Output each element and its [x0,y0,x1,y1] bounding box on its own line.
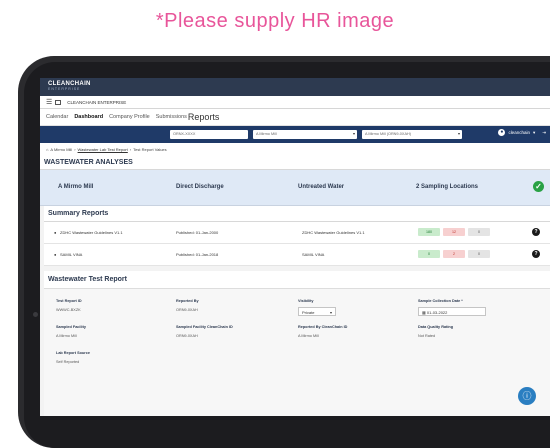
chevron-down-icon: ▾ [532,129,536,135]
report-guideline: ZDHC Wastewater Guidelines V1.1 [302,230,365,235]
user-name: cleanchain [508,130,530,135]
summary-reports: Summary Reports ● ZDHC Wastewater Guidel… [44,206,550,266]
reported-cc-text: A Mirmo Mill [298,334,319,338]
logo-subtext: ENTERPRISE [48,87,81,91]
fail-count: 12 [443,228,465,236]
test-report-panel: Wastewater Test Report Test Report ID WW… [44,271,550,416]
placeholder-note: *Please supply HR image [155,10,395,32]
chevron-down-icon: ▾ [352,131,355,136]
page-title: WASTEWATER ANALYSES [40,156,550,170]
date-label: Sample Collection Date * [418,299,463,303]
visibility-label: Visibility [298,299,314,303]
breadcrumb-current: Test Report Values [133,147,167,152]
facility-select[interactable]: A Mirmo Mill ▾ [253,130,357,139]
test-report-title: Wastewater Test Report [44,271,550,289]
quality-text: Not Rated [418,334,436,338]
source-label: Lab Report Source [56,351,90,355]
summary-facility: A Mirmo Mill [58,184,94,190]
tab-reports[interactable]: Reports [188,112,220,122]
other-count: 0 [468,228,490,236]
report-row[interactable]: ● SAMIL VINA Published: 01-Jan-2018 SAMI… [44,244,550,266]
fail-count: 2 [443,250,465,258]
tab-dashboard[interactable]: Dashboard [74,114,103,120]
app-title: CLEANCHAIN ENTERPRISE [67,99,127,105]
filter-bar: ORNX-XXXX A Mirmo Mill ▾ A Mirmo Mill (O… [40,126,550,143]
report-published: Published: 01-Jan-2000 [176,230,219,235]
visibility-value: Private [302,310,315,315]
top-bar: CLEANCHAIN ENTERPRISE [40,78,550,96]
tab-calendar[interactable]: Calendar [46,114,68,120]
summary-water: Untreated Water [298,184,345,190]
breadcrumb: ⌂ A Mirmo Mill › Wastewater Lab Test Rep… [40,143,550,156]
breadcrumb-home[interactable]: A Mirmo Mill [50,147,72,152]
facility-id-value: A Mirmo Mill (ORN9-0XAH) [365,132,411,136]
info-icon: ⓘ [522,391,532,401]
pass-count: 180 [418,228,440,236]
facility-label: Sampled Facility [56,325,86,329]
report-id-label: Test Report ID [56,299,82,303]
report-row[interactable]: ● ZDHC Wastewater Guidelines V1.1 Publis… [44,222,550,244]
facility-id-label: Sampled Facility CleanChain ID [176,325,233,329]
reported-by-text: ORN9-0XAH [176,308,198,312]
reported-cc-label: Reported By CleanChain ID [298,325,348,329]
report-guideline: SAMIL VINA [302,252,325,257]
report-published: Published: 01-Jan-2018 [176,252,219,257]
other-count: 0 [468,250,490,258]
report-name: SAMIL VINA [60,252,83,257]
report-id-field[interactable]: ORNX-XXXX [170,130,248,139]
app-logo: CLEANCHAIN ENTERPRISE [48,81,542,92]
user-icon: ● [498,129,506,136]
report-id-value: ORNX-XXXX [173,132,196,136]
reported-by-label: Reported By [176,299,199,303]
help-icon[interactable]: ? [532,228,540,236]
visibility-select[interactable]: Private ▾ [298,307,336,316]
user-menu[interactable]: ● cleanchain ▾ ⇥ [498,129,546,136]
pass-count: 0 [418,250,440,258]
facility-id-text: ORN9-0XAH [176,334,198,338]
help-icon[interactable]: ? [532,250,540,258]
chevron-down-icon: ▾ [457,131,460,136]
menu-icon[interactable]: ☰ [46,98,52,106]
summary-reports-title: Summary Reports [44,206,550,222]
facility-id-select[interactable]: A Mirmo Mill (ORN9-0XAH) ▾ [362,130,462,139]
help-chat-button[interactable]: ⓘ [518,387,536,405]
grid-icon[interactable] [55,99,62,105]
facility-text: A Mirmo Mill [56,334,77,338]
summary-discharge: Direct Discharge [176,184,224,190]
quality-label: Data Quality Rating [418,325,454,329]
app-screen: CLEANCHAIN ENTERPRISE ☰ CLEANCHAIN ENTER… [40,78,550,416]
breadcrumb-link[interactable]: Wastewater Lab Test Report [78,147,128,152]
report-id-text: WWWC-BXZK [56,308,81,312]
source-text: Self Reported [56,360,80,364]
report-name: ZDHC Wastewater Guidelines V1.1 [60,230,123,235]
summary-locations: 2 Sampling Locations [416,184,479,190]
facility-select-value: A Mirmo Mill [256,132,277,136]
summary-bar: A Mirmo Mill Direct Discharge Untreated … [40,170,550,206]
home-icon[interactable]: ⌂ [46,147,48,152]
chevron-down-icon: ▾ [329,310,332,315]
drop-icon: ● [54,230,57,235]
app-bar: ☰ CLEANCHAIN ENTERPRISE [40,96,550,109]
tab-company-profile[interactable]: Company Profile [109,114,150,120]
date-field[interactable]: ▦ 01-03-2022 [418,307,486,316]
nav-tabs: Calendar Dashboard Company Profile Submi… [40,109,550,126]
calendar-icon: ▦ [422,310,426,315]
camera-icon [33,312,38,317]
tab-submissions[interactable]: Submissions [156,114,187,120]
drop-icon: ● [54,252,57,257]
logout-icon[interactable]: ⇥ [542,130,546,136]
date-value: 01-03-2022 [426,310,448,315]
check-icon: ✓ [533,181,544,192]
